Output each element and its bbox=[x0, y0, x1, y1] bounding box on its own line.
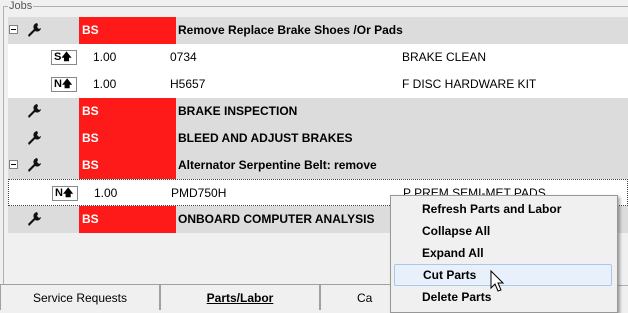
up-arrow-icon: 🡅 bbox=[61, 52, 72, 63]
part-type-letter: N bbox=[54, 78, 62, 90]
part-description: F DISC HARDWARE KIT bbox=[402, 77, 537, 91]
menu-item-expand-all[interactable]: Expand All bbox=[394, 242, 612, 264]
job-row[interactable]: BS Remove Replace Brake Shoes /Or Pads bbox=[8, 17, 628, 44]
job-code: BS bbox=[79, 17, 176, 44]
job-code: BS bbox=[79, 98, 176, 125]
mouse-pointer-icon bbox=[490, 270, 505, 292]
part-type-badge: S🡅 bbox=[51, 50, 77, 65]
menu-item-collapse-all[interactable]: Collapse All bbox=[394, 220, 612, 242]
wrench-icon bbox=[28, 23, 41, 37]
job-code: BS bbox=[79, 125, 176, 152]
part-description: BRAKE CLEAN bbox=[402, 50, 487, 64]
part-number: H5657 bbox=[170, 77, 206, 91]
job-code: BS bbox=[79, 206, 176, 233]
part-number: PMD750H bbox=[171, 186, 227, 200]
wrench-icon bbox=[28, 158, 41, 172]
part-type-letter: N bbox=[55, 187, 63, 199]
job-description: Alternator Serpentine Belt: remove bbox=[178, 158, 377, 172]
tab-service-requests[interactable]: Service Requests bbox=[0, 284, 160, 310]
job-code: BS bbox=[79, 152, 176, 179]
part-qty: 1.00 bbox=[94, 186, 118, 200]
tab-parts-labor[interactable]: Parts/Labor bbox=[160, 284, 320, 310]
wrench-icon bbox=[28, 131, 41, 145]
jobs-groupbox-title: Jobs bbox=[8, 0, 34, 13]
wrench-icon bbox=[28, 104, 41, 118]
part-row[interactable]: S🡅 1.00 0734 BRAKE CLEAN bbox=[8, 44, 628, 71]
part-qty: 1.00 bbox=[93, 50, 117, 64]
wrench-icon bbox=[28, 212, 41, 226]
job-row[interactable]: BS Alternator Serpentine Belt: remove bbox=[8, 152, 628, 179]
collapse-minus-icon[interactable] bbox=[9, 25, 18, 34]
context-menu: Refresh Parts and Labor Collapse All Exp… bbox=[390, 195, 618, 313]
job-row[interactable]: BS BLEED AND ADJUST BRAKES bbox=[8, 125, 628, 152]
job-description: Remove Replace Brake Shoes /Or Pads bbox=[178, 23, 403, 37]
part-row[interactable]: N🡅 1.00 H5657 F DISC HARDWARE KIT bbox=[8, 71, 628, 98]
part-qty: 1.00 bbox=[93, 77, 117, 91]
job-row[interactable]: BS BRAKE INSPECTION bbox=[8, 98, 628, 125]
up-arrow-icon: 🡅 bbox=[61, 79, 73, 90]
menu-item-refresh-parts-and-labor[interactable]: Refresh Parts and Labor bbox=[394, 198, 612, 220]
up-arrow-icon: 🡅 bbox=[62, 188, 74, 199]
job-description: BRAKE INSPECTION bbox=[178, 104, 298, 118]
job-description: BLEED AND ADJUST BRAKES bbox=[178, 131, 353, 145]
part-type-badge: N🡅 bbox=[52, 186, 78, 201]
collapse-minus-icon[interactable] bbox=[9, 160, 18, 169]
part-type-badge: N🡅 bbox=[51, 77, 77, 92]
part-number: 0734 bbox=[170, 50, 197, 64]
job-description: ONBOARD COMPUTER ANALYSIS bbox=[178, 212, 375, 226]
